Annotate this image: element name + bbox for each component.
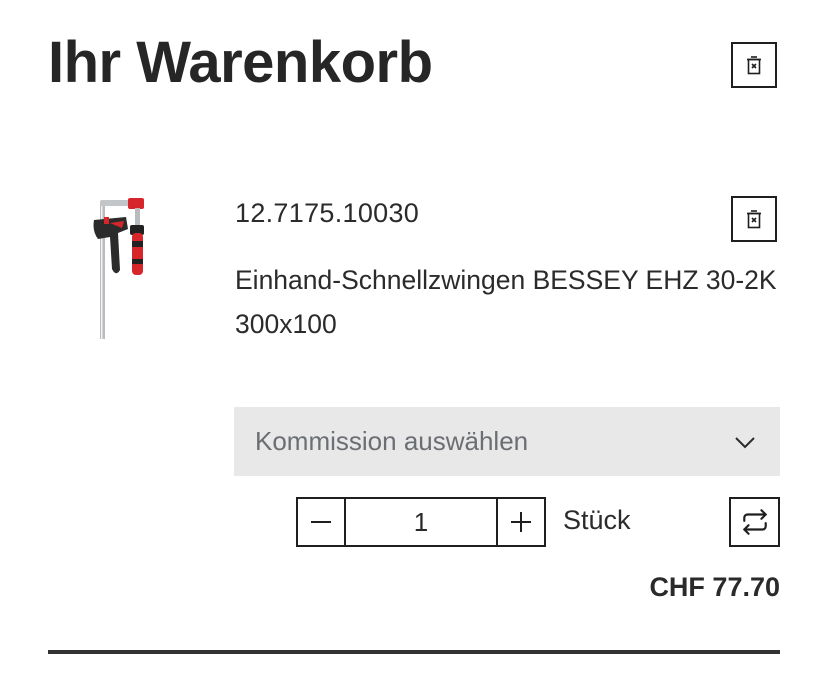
quantity-input[interactable] bbox=[346, 499, 496, 545]
commission-placeholder: Kommission auswählen bbox=[255, 426, 529, 456]
swap-button[interactable] bbox=[729, 497, 780, 547]
quantity-stepper bbox=[296, 497, 546, 547]
decrease-quantity-button[interactable] bbox=[298, 499, 346, 545]
clamp-product-picture bbox=[93, 198, 144, 339]
clear-cart-button[interactable] bbox=[731, 42, 777, 88]
remove-item-button[interactable] bbox=[731, 196, 777, 242]
product-name[interactable]: Einhand-Schnellzwingen BESSEY EHZ 30-2K … bbox=[235, 258, 780, 346]
delete-icon bbox=[747, 210, 761, 229]
increase-quantity-button[interactable] bbox=[496, 499, 544, 545]
chevron-down-icon bbox=[735, 437, 755, 449]
unit-label: Stück bbox=[563, 505, 631, 535]
product-image[interactable] bbox=[80, 195, 155, 340]
plus-icon bbox=[511, 512, 531, 532]
article-number: 12.7175.10030 bbox=[235, 198, 420, 228]
delete-icon bbox=[747, 56, 761, 75]
divider bbox=[48, 650, 780, 654]
minus-icon bbox=[311, 521, 331, 523]
item-price: CHF 77.70 bbox=[649, 572, 780, 602]
commission-select[interactable]: Kommission auswählen bbox=[234, 407, 780, 476]
swap-icon bbox=[742, 509, 767, 535]
page-title: Ihr Warenkorb bbox=[48, 30, 433, 95]
